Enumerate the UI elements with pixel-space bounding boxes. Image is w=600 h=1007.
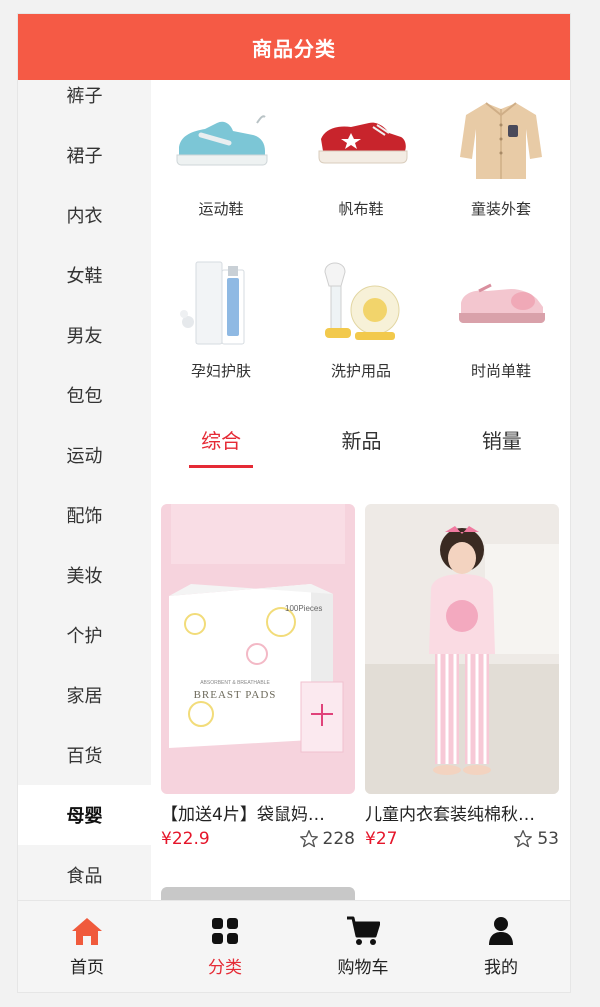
breast-pump-image <box>306 252 416 352</box>
box-subtitle-text: ABSORBENT & BREATHABLE <box>200 680 270 686</box>
bottom-tabbar: 首页 分类 购物车 我的 <box>18 900 570 992</box>
subcategory-wash-care[interactable]: 洗护用品 <box>291 252 431 381</box>
tabbar-profile[interactable]: 我的 <box>432 901 570 992</box>
sidebar-item-women-shoes[interactable]: 女鞋 <box>18 245 151 305</box>
pink-shoe-image <box>446 252 556 352</box>
favorite-button[interactable]: 53 <box>513 829 559 849</box>
product-image: 100Pieces ABSORBENT & BREATHABLE BREAST … <box>161 504 355 794</box>
sidebar-item-accessories[interactable]: 配饰 <box>18 485 151 545</box>
product-card[interactable]: 100Pieces ABSORBENT & BREATHABLE BREAST … <box>161 504 355 849</box>
grid-icon <box>211 915 239 947</box>
favorite-count: 228 <box>322 829 355 849</box>
app-frame: 商品分类 裤子 裙子 内衣 女鞋 男友 包包 运动 配饰 美妆 个护 家居 百货… <box>17 13 571 993</box>
favorite-button[interactable]: 228 <box>299 829 355 849</box>
sidebar-item-general[interactable]: 百货 <box>18 725 151 785</box>
content-area: 运动鞋 帆布鞋 童装外套 孕妇护肤 洗护用品 时尚单鞋 综合 新品 销量 100… <box>151 80 570 902</box>
sidebar-item-food[interactable]: 食品 <box>18 845 151 902</box>
cart-icon <box>346 915 380 947</box>
subcategory-maternity-skincare[interactable]: 孕妇护肤 <box>151 252 291 381</box>
sidebar-item-makeup[interactable]: 美妆 <box>18 545 151 605</box>
tab-sales[interactable]: 销量 <box>432 415 570 470</box>
subcategory-kids-coats[interactable]: 童装外套 <box>431 90 570 219</box>
subcategory-sneakers[interactable]: 运动鞋 <box>151 90 291 219</box>
product-card[interactable]: 儿童内衣套装纯棉秋… ¥27 53 <box>365 504 559 849</box>
tabbar-home[interactable]: 首页 <box>18 901 156 992</box>
product-title: 儿童内衣套装纯棉秋… <box>365 805 535 825</box>
product-price: ¥22.9 <box>161 829 210 849</box>
sidebar-item-mother-baby[interactable]: 母婴 <box>18 785 151 845</box>
tabbar-label: 首页 <box>70 958 104 978</box>
product-price: ¥27 <box>365 829 398 849</box>
subcategory-fashion-shoes[interactable]: 时尚单鞋 <box>431 252 570 381</box>
subcategory-canvas-shoes[interactable]: 帆布鞋 <box>291 90 431 219</box>
sidebar-item-sports[interactable]: 运动 <box>18 425 151 485</box>
page-header: 商品分类 <box>18 14 570 80</box>
tabbar-label: 我的 <box>484 958 518 978</box>
page-title: 商品分类 <box>252 36 336 61</box>
favorite-count: 53 <box>537 829 559 849</box>
sidebar-item-skirts[interactable]: 裙子 <box>18 125 151 185</box>
tabbar-label: 分类 <box>208 958 242 978</box>
star-icon <box>514 830 533 848</box>
subcategory-label: 运动鞋 <box>198 200 244 218</box>
sidebar-item-boyfriend[interactable]: 男友 <box>18 305 151 365</box>
sidebar-item-pants[interactable]: 裤子 <box>18 80 151 125</box>
skincare-bottle-image <box>166 252 276 352</box>
product-title: 【加送4片】袋鼠妈… <box>161 805 325 825</box>
canvas-shoe-image <box>306 90 416 190</box>
sort-tabs: 综合 新品 销量 <box>151 415 570 470</box>
sidebar-item-bags[interactable]: 包包 <box>18 365 151 425</box>
sneaker-image <box>166 90 276 190</box>
tabbar-label: 购物车 <box>337 958 389 978</box>
category-sidebar[interactable]: 裤子 裙子 内衣 女鞋 男友 包包 运动 配饰 美妆 个护 家居 百货 母婴 食… <box>18 80 151 902</box>
product-image <box>365 504 559 794</box>
star-icon <box>299 830 318 848</box>
sidebar-list: 裤子 裙子 内衣 女鞋 男友 包包 运动 配饰 美妆 个护 家居 百货 母婴 食… <box>18 80 151 902</box>
subcategory-label: 孕妇护肤 <box>190 362 251 380</box>
tab-new[interactable]: 新品 <box>291 415 431 470</box>
subcategory-label: 帆布鞋 <box>338 200 384 218</box>
kids-sweater-image <box>446 90 556 190</box>
sidebar-item-personal-care[interactable]: 个护 <box>18 605 151 665</box>
user-icon <box>488 915 514 947</box>
home-icon <box>71 915 103 947</box>
tab-comprehensive[interactable]: 综合 <box>151 415 291 470</box>
box-brand-text: 100Pieces <box>285 604 322 613</box>
sidebar-item-home[interactable]: 家居 <box>18 665 151 725</box>
tabbar-category[interactable]: 分类 <box>156 901 294 992</box>
tabbar-cart[interactable]: 购物车 <box>294 901 432 992</box>
box-title-text: BREAST PADS <box>194 689 277 701</box>
subcategory-label: 童装外套 <box>470 200 531 218</box>
subcategory-label: 洗护用品 <box>330 362 391 380</box>
subcategory-label: 时尚单鞋 <box>470 362 531 380</box>
sidebar-item-underwear[interactable]: 内衣 <box>18 185 151 245</box>
